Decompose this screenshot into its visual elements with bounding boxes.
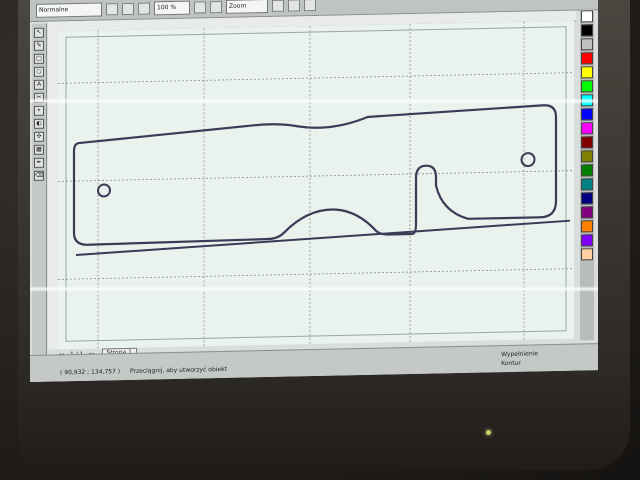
fill-outline-indicator: Wypełnienie Kontur xyxy=(501,349,538,368)
palette-swatch[interactable] xyxy=(581,164,593,177)
freehand-icon[interactable]: ✎ xyxy=(34,40,44,51)
screen: Normalne 100 % Zoom ↖ ✎ □ ○ A ✂ ⌖ ◐ ✣ ▦ … xyxy=(30,0,598,382)
toolbox: ↖ ✎ □ ○ A ✂ ⌖ ◐ ✣ ▦ ✒ ⌫ xyxy=(32,23,47,358)
palette-swatch[interactable] xyxy=(581,178,593,191)
palette-swatch[interactable] xyxy=(581,10,593,23)
drawing-svg xyxy=(58,21,574,349)
toolbar-button[interactable] xyxy=(106,2,118,15)
toolbar-button[interactable] xyxy=(304,0,316,11)
palette-swatch[interactable] xyxy=(581,122,593,135)
screen-glare xyxy=(30,286,598,292)
text-icon[interactable]: A xyxy=(34,79,44,90)
toolbar-button[interactable] xyxy=(272,0,284,12)
palette-swatch[interactable] xyxy=(581,234,593,247)
status-message: Przeciągnij, aby utworzyć obiekt xyxy=(130,365,227,375)
outline-label: Kontur xyxy=(501,359,521,368)
ellipse-icon[interactable]: ○ xyxy=(34,66,44,77)
base-line[interactable] xyxy=(75,219,571,257)
palette-swatch[interactable] xyxy=(581,52,593,65)
mounting-hole-right[interactable] xyxy=(520,152,536,168)
pointer-icon[interactable]: ↖ xyxy=(34,27,44,38)
table-icon[interactable]: ▦ xyxy=(34,144,44,155)
zoom-field[interactable]: Zoom xyxy=(226,0,268,14)
screen-glare xyxy=(30,98,598,104)
palette-swatch[interactable] xyxy=(581,192,593,205)
eraser-icon[interactable]: ⌫ xyxy=(34,170,44,181)
palette-swatch[interactable] xyxy=(581,66,593,79)
drawing-canvas[interactable] xyxy=(58,20,574,350)
fill-label: Wypełnienie xyxy=(501,350,538,359)
toolbar-button[interactable] xyxy=(194,0,206,14)
mounting-hole-left[interactable] xyxy=(97,183,111,198)
palette-swatch[interactable] xyxy=(581,248,593,261)
font-field[interactable]: Normalne xyxy=(36,1,102,18)
toolbar-button[interactable] xyxy=(210,0,222,13)
cursor-coordinates: ( 90,932 ; 134,757 ) xyxy=(60,368,121,377)
palette-swatch[interactable] xyxy=(581,80,593,93)
palette-swatch[interactable] xyxy=(581,150,593,163)
toolbar-button[interactable] xyxy=(122,2,134,15)
toolbar-button[interactable] xyxy=(288,0,300,12)
palette-swatch[interactable] xyxy=(581,136,593,149)
toolbar-button[interactable] xyxy=(138,1,150,15)
palette-swatch[interactable] xyxy=(581,24,593,37)
guideline xyxy=(58,268,574,280)
palette-swatch[interactable] xyxy=(581,206,593,219)
palette-swatch[interactable] xyxy=(581,38,593,51)
size-field[interactable]: 100 % xyxy=(154,0,190,15)
guideline xyxy=(58,72,574,84)
cut-outline[interactable] xyxy=(72,104,558,246)
guideline xyxy=(58,170,574,182)
palette-swatch[interactable] xyxy=(581,108,593,121)
pen-icon[interactable]: ✒ xyxy=(34,157,44,168)
pan-icon[interactable]: ✣ xyxy=(34,131,44,142)
power-led xyxy=(486,430,491,435)
zoom-icon[interactable]: ⌖ xyxy=(34,105,44,116)
rectangle-icon[interactable]: □ xyxy=(34,53,44,64)
palette-swatch[interactable] xyxy=(581,220,593,233)
fill-icon[interactable]: ◐ xyxy=(34,118,44,129)
